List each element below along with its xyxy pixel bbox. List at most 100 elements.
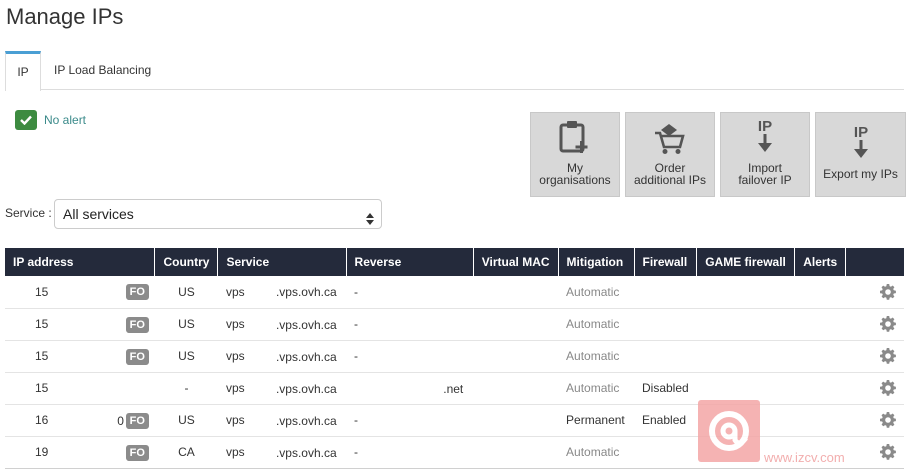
ip-value: 15 bbox=[35, 317, 49, 331]
service-name: vps bbox=[225, 349, 245, 363]
cell-mitigation: Automatic bbox=[558, 340, 634, 373]
ip-value: 15 bbox=[35, 381, 49, 395]
col-service[interactable]: Service bbox=[217, 248, 347, 276]
cell-country: US bbox=[154, 308, 218, 341]
my-organisations-label-2: organisations bbox=[539, 173, 611, 187]
cell-service: vps .vps.ovh.ca bbox=[217, 436, 347, 469]
table-row[interactable]: 15 FO US vps .vps.ovh.ca - Automatic bbox=[5, 276, 904, 309]
fo-badge: FO bbox=[125, 412, 149, 429]
cell-ip: 15 FO bbox=[5, 276, 155, 309]
fo-badge: FO bbox=[125, 284, 149, 300]
cell-virtual-mac: .net bbox=[443, 372, 559, 405]
tab-ip[interactable]: IP bbox=[5, 51, 41, 91]
service-name: vps bbox=[225, 413, 245, 427]
table-row[interactable]: 15 FO US vps .vps.ovh.ca - Automatic bbox=[5, 340, 904, 373]
my-organisations-button[interactable]: My organisations bbox=[530, 112, 620, 197]
fo-badge: FO bbox=[125, 444, 149, 461]
cell-firewall bbox=[634, 276, 697, 309]
cell-country: US bbox=[154, 276, 218, 309]
cell-country: US bbox=[154, 404, 218, 437]
cell-service: vps .vps.ovh.ca bbox=[217, 276, 347, 309]
fo-badge: FO bbox=[125, 316, 149, 333]
import-failover-ip-button[interactable]: IP Import failover IP bbox=[720, 112, 810, 197]
gear-icon[interactable] bbox=[854, 348, 896, 364]
select-arrows-icon bbox=[366, 207, 374, 225]
cart-icon bbox=[653, 123, 687, 160]
watermark: www.izcv.com bbox=[698, 400, 866, 466]
gear-icon[interactable] bbox=[854, 316, 896, 332]
col-virtual-mac[interactable]: Virtual MAC bbox=[473, 248, 559, 276]
tab-bar: IP IP Load Balancing bbox=[5, 51, 904, 91]
col-game-firewall[interactable]: GAME firewall bbox=[696, 248, 796, 276]
ip-value: 19 bbox=[35, 445, 49, 459]
cell-game-firewall bbox=[696, 276, 795, 309]
fo-badge: FO bbox=[125, 348, 149, 365]
cell-alerts bbox=[794, 276, 846, 309]
cell-reverse: - bbox=[346, 308, 474, 341]
cell-firewall: Enabled bbox=[634, 404, 697, 437]
order-additional-ips-label-2: additional IPs bbox=[633, 173, 707, 187]
cell-actions bbox=[845, 308, 904, 341]
gear-icon[interactable] bbox=[854, 283, 896, 300]
watermark-url: www.izcv.com bbox=[763, 450, 845, 465]
cell-actions bbox=[845, 340, 904, 373]
service-host: .vps.ovh.ca bbox=[275, 349, 337, 364]
tab-ip-load-balancing[interactable]: IP Load Balancing bbox=[41, 51, 164, 90]
cell-virtual-mac bbox=[473, 340, 559, 373]
col-country[interactable]: Country bbox=[154, 248, 219, 276]
cell-actions bbox=[845, 276, 904, 309]
table-row[interactable]: 15 FO US vps .vps.ovh.ca - Automatic bbox=[5, 308, 904, 341]
col-reverse[interactable]: Reverse bbox=[346, 248, 474, 276]
virtual-mac-value: .net bbox=[443, 381, 464, 396]
service-name: vps bbox=[225, 284, 245, 299]
col-actions bbox=[845, 248, 904, 276]
cell-service: vps .vps.ovh.ca bbox=[217, 340, 347, 373]
cell-firewall bbox=[634, 308, 697, 341]
gear-icon[interactable] bbox=[854, 380, 896, 396]
col-mitigation[interactable]: Mitigation bbox=[558, 248, 635, 276]
col-alerts[interactable]: Alerts bbox=[794, 248, 847, 276]
cell-firewall: Disabled bbox=[634, 372, 697, 405]
cell-alerts bbox=[794, 340, 846, 373]
cell-ip: 15 bbox=[5, 372, 155, 405]
ip-export-icon: IP bbox=[849, 123, 873, 166]
cell-service: vps .vps.ovh.ca bbox=[217, 308, 347, 341]
cell-ip: 16 0 FO bbox=[5, 404, 155, 437]
service-name: vps bbox=[225, 381, 245, 395]
cell-country: CA bbox=[154, 436, 218, 469]
action-buttons: My organisations Order additional IPs IP… bbox=[530, 112, 906, 197]
order-additional-ips-button[interactable]: Order additional IPs bbox=[625, 112, 715, 197]
table-header-row: IP address Country Service Reverse Virtu… bbox=[5, 248, 904, 276]
service-filter-value: All services bbox=[63, 206, 134, 222]
service-name: vps bbox=[225, 445, 245, 459]
cell-game-firewall bbox=[696, 340, 795, 373]
col-ip-address[interactable]: IP address bbox=[5, 248, 156, 276]
export-my-ips-button[interactable]: IP Export my IPs bbox=[815, 112, 906, 197]
cell-mitigation: Automatic bbox=[558, 276, 634, 309]
cell-service: vps .vps.ovh.ca bbox=[217, 372, 347, 405]
cell-reverse: - bbox=[346, 276, 474, 309]
service-filter-select[interactable]: All services bbox=[54, 199, 382, 229]
col-firewall[interactable]: Firewall bbox=[634, 248, 698, 276]
service-filter-label: Service : bbox=[5, 206, 52, 220]
cell-mitigation: Automatic bbox=[558, 372, 634, 405]
service-host: .vps.ovh.ca bbox=[275, 285, 337, 299]
svg-text:IP: IP bbox=[853, 124, 867, 141]
cell-reverse: - bbox=[346, 404, 474, 437]
cell-firewall bbox=[634, 436, 697, 469]
cell-ip: 19 FO bbox=[5, 436, 155, 469]
page-title: Manage IPs bbox=[6, 4, 124, 29]
ip-value: 15 bbox=[35, 284, 49, 299]
cell-game-firewall bbox=[696, 308, 795, 341]
svg-text:IP: IP bbox=[758, 118, 772, 135]
service-name: vps bbox=[225, 317, 245, 331]
ip-import-icon: IP bbox=[753, 117, 777, 160]
cell-mitigation: Permanent bbox=[558, 404, 634, 437]
cell-reverse: - bbox=[346, 340, 474, 373]
cell-reverse: - bbox=[346, 436, 474, 469]
alert-status: No alert bbox=[15, 110, 86, 130]
export-my-ips-label: Export my IPs bbox=[823, 167, 898, 181]
cell-virtual-mac bbox=[473, 436, 559, 469]
cell-ip: 15 FO bbox=[5, 308, 155, 341]
cell-virtual-mac bbox=[473, 404, 559, 437]
